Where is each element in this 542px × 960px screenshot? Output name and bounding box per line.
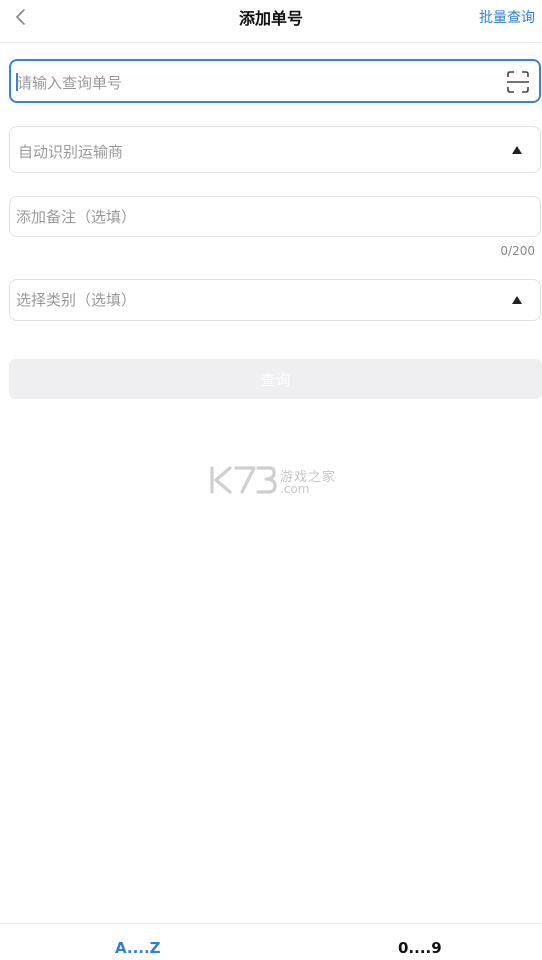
note-input[interactable]: 添加备注（选填）	[9, 196, 541, 237]
note-placeholder: 添加备注（选填）	[16, 208, 137, 226]
query-button[interactable]: 查询	[9, 359, 542, 399]
batch-query-link[interactable]: 批量查询	[479, 7, 535, 27]
carrier-select[interactable]: 自动识别运输商	[9, 126, 541, 173]
watermark-domain-text: .com	[280, 482, 310, 496]
tracking-number-input[interactable]: 请输入查询单号	[9, 59, 541, 103]
carrier-placeholder: 自动识别运输商	[18, 143, 124, 161]
note-char-counter: 0/200	[500, 244, 535, 258]
tab-0-9[interactable]: 0....9	[398, 939, 442, 957]
category-select[interactable]: 选择类别（选填）	[9, 279, 541, 321]
page-title: 添加单号	[238, 9, 303, 28]
triangle-up-icon	[512, 296, 522, 304]
category-placeholder: 选择类别（选填）	[16, 291, 137, 309]
k73-watermark-logo: 游戏之家 .com	[208, 462, 338, 500]
tracking-number-placeholder: 请输入查询单号	[17, 74, 123, 92]
tab-a-z[interactable]: A....Z	[115, 939, 161, 957]
add-tracking-page: 添加单号 批量查询 请输入查询单号 自动识别运输商 添加备注（选填） 0/200…	[0, 0, 542, 960]
header: 添加单号 批量查询	[0, 0, 542, 43]
triangle-up-icon	[512, 146, 522, 154]
scan-icon	[507, 71, 529, 93]
bottom-tab-bar: A....Z 0....9	[0, 923, 542, 960]
scan-button[interactable]	[506, 70, 530, 94]
